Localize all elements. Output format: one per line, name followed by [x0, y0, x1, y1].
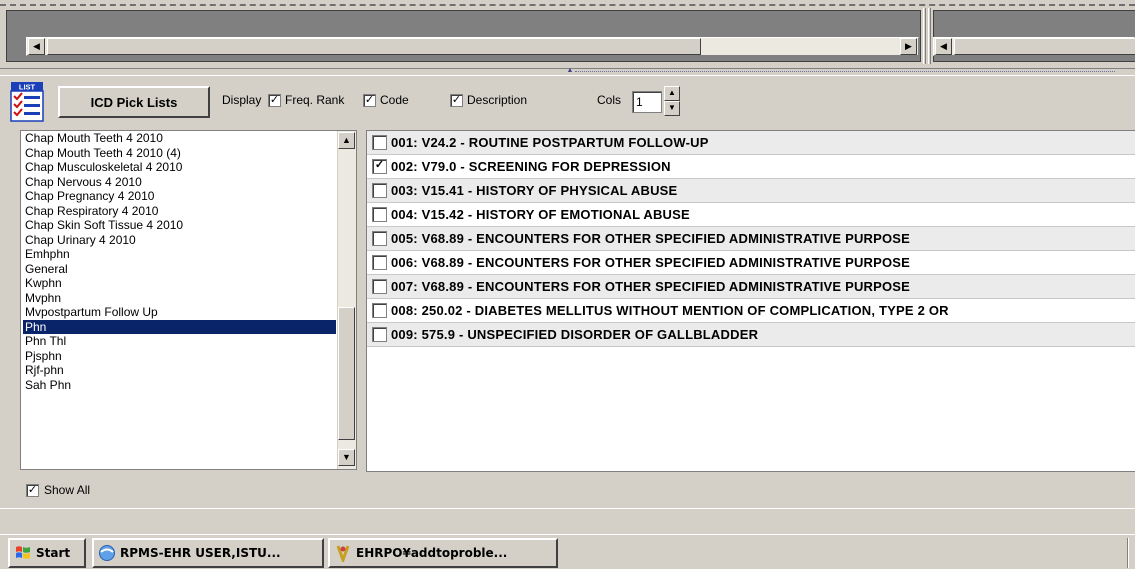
- pick-list-item[interactable]: General: [23, 262, 336, 277]
- cols-spinner[interactable]: ▲ ▼: [664, 86, 680, 116]
- code-row[interactable]: 008: 250.02 - DIABETES MELLITUS WITHOUT …: [367, 299, 1135, 323]
- description-label: Description: [467, 93, 528, 107]
- pick-list-item[interactable]: Pjsphn: [23, 349, 336, 364]
- start-label: Start: [36, 546, 71, 560]
- code-row-text: 002: V79.0 - SCREENING FOR DEPRESSION: [391, 159, 671, 174]
- scroll-up-button[interactable]: ▲: [338, 132, 355, 149]
- code-row-text: 008: 250.02 - DIABETES MELLITUS WITHOUT …: [391, 303, 949, 318]
- icd-code-grid: 001: V24.2 - ROUTINE POSTPARTUM FOLLOW-U…: [366, 130, 1135, 472]
- pick-list-vscrollbar[interactable]: ▲ ▼: [337, 131, 356, 469]
- scroll-down-button[interactable]: ▼: [338, 449, 355, 466]
- scroll-thumb[interactable]: [954, 38, 1135, 55]
- display-label: Display: [222, 93, 262, 107]
- task-button-ehrpo[interactable]: EHRPO¥addtoproble...: [328, 538, 558, 568]
- code-row-text: 005: V68.89 - ENCOUNTERS FOR OTHER SPECI…: [391, 231, 911, 246]
- code-row[interactable]: 001: V24.2 - ROUTINE POSTPARTUM FOLLOW-U…: [367, 131, 1135, 155]
- window-bottom-strip: [0, 508, 1135, 534]
- tray-separator: [1127, 538, 1129, 568]
- code-row-checkbox[interactable]: ✓: [372, 159, 387, 174]
- pick-list-listbox[interactable]: Chap Mouth Teeth 4 2010 Chap Mouth Teeth …: [20, 130, 357, 470]
- vertical-splitter-2[interactable]: [928, 8, 931, 64]
- pick-list-item[interactable]: Phn: [23, 319, 336, 334]
- list-icon: LIST: [10, 82, 44, 122]
- pick-list-item[interactable]: Chap Musculoskeletal 4 2010: [23, 160, 336, 175]
- code-row-checkbox[interactable]: [372, 303, 387, 318]
- scroll-right-button[interactable]: ▶: [900, 38, 917, 55]
- splitter-grip-icon[interactable]: ▲: [566, 67, 574, 74]
- description-checkbox[interactable]: ✓: [450, 94, 463, 107]
- code-row[interactable]: 009: 575.9 - UNSPECIFIED DISORDER OF GAL…: [367, 323, 1135, 347]
- pick-list-item[interactable]: Sah Phn: [23, 378, 336, 393]
- pick-list-item[interactable]: Chap Urinary 4 2010: [23, 233, 336, 248]
- code-row-checkbox[interactable]: [372, 207, 387, 222]
- app-icon: [334, 544, 352, 565]
- code-row-checkbox[interactable]: [372, 327, 387, 342]
- start-button[interactable]: Start: [8, 538, 86, 568]
- pick-list-item[interactable]: Chap Respiratory 4 2010: [23, 204, 336, 219]
- code-row-checkbox[interactable]: [372, 231, 387, 246]
- windows-logo-icon: [14, 544, 32, 562]
- scroll-thumb[interactable]: [47, 38, 701, 55]
- top-divider: [0, 4, 1135, 6]
- upper-right-hscrollbar[interactable]: ◀: [933, 37, 1135, 56]
- pick-list-item[interactable]: Emhphn: [23, 247, 336, 262]
- pick-list-item[interactable]: Chap Mouth Teeth 4 2010: [23, 131, 336, 146]
- code-row[interactable]: ✓ 002: V79.0 - SCREENING FOR DEPRESSION: [367, 155, 1135, 179]
- code-row[interactable]: 007: V68.89 - ENCOUNTERS FOR OTHER SPECI…: [367, 275, 1135, 299]
- code-row-text: 009: 575.9 - UNSPECIFIED DISORDER OF GAL…: [391, 327, 759, 342]
- pick-list-item[interactable]: Mvphn: [23, 291, 336, 306]
- code-checkbox[interactable]: ✓: [363, 94, 376, 107]
- show-all-label: Show All: [44, 483, 91, 497]
- pick-list-item[interactable]: Rjf-phn: [23, 363, 336, 378]
- code-row[interactable]: 005: V68.89 - ENCOUNTERS FOR OTHER SPECI…: [367, 227, 1135, 251]
- code-row[interactable]: 006: V68.89 - ENCOUNTERS FOR OTHER SPECI…: [367, 251, 1135, 275]
- scroll-thumb[interactable]: [338, 307, 355, 440]
- code-row-text: 004: V15.42 - HISTORY OF EMOTIONAL ABUSE: [391, 207, 690, 222]
- task-label: RPMS-EHR USER,ISTU...: [120, 546, 281, 560]
- freq-rank-label: Freq. Rank: [285, 93, 345, 107]
- cols-label: Cols: [597, 93, 622, 107]
- pick-list-item[interactable]: Kwphn: [23, 276, 336, 291]
- cols-input[interactable]: 1: [632, 91, 662, 113]
- task-button-rpms[interactable]: RPMS-EHR USER,ISTU...: [92, 538, 324, 568]
- freq-rank-checkbox[interactable]: ✓: [268, 94, 281, 107]
- code-row-text: 006: V68.89 - ENCOUNTERS FOR OTHER SPECI…: [391, 255, 911, 270]
- spin-up-icon[interactable]: ▲: [664, 86, 680, 101]
- splitter-dots: [575, 71, 1115, 72]
- upper-left-hscrollbar[interactable]: ◀ ▶: [26, 37, 919, 56]
- pick-list-items: Chap Mouth Teeth 4 2010 Chap Mouth Teeth …: [23, 131, 336, 392]
- task-label: EHRPO¥addtoproble...: [356, 546, 508, 560]
- code-label: Code: [380, 93, 409, 107]
- code-row[interactable]: 003: V15.41 - HISTORY OF PHYSICAL ABUSE: [367, 179, 1135, 203]
- pick-list-item[interactable]: Chap Mouth Teeth 4 2010 (4): [23, 146, 336, 161]
- code-row-checkbox[interactable]: [372, 279, 387, 294]
- pick-list-item[interactable]: Chap Nervous 4 2010: [23, 175, 336, 190]
- browser-icon: [98, 544, 116, 562]
- pick-list-item[interactable]: Phn Thl: [23, 334, 336, 349]
- list-icon-text: LIST: [19, 83, 36, 92]
- scroll-left-button[interactable]: ◀: [28, 38, 45, 55]
- code-row-checkbox[interactable]: [372, 255, 387, 270]
- pick-list-item[interactable]: Mvpostpartum Follow Up: [23, 305, 336, 320]
- code-row-text: 007: V68.89 - ENCOUNTERS FOR OTHER SPECI…: [391, 279, 911, 294]
- code-row-checkbox[interactable]: [372, 183, 387, 198]
- spin-down-icon[interactable]: ▼: [664, 101, 680, 116]
- icd-pick-lists-button[interactable]: ICD Pick Lists: [58, 86, 210, 118]
- code-row[interactable]: 004: V15.42 - HISTORY OF EMOTIONAL ABUSE: [367, 203, 1135, 227]
- pick-list-item[interactable]: Chap Pregnancy 4 2010: [23, 189, 336, 204]
- scroll-left-button[interactable]: ◀: [935, 38, 952, 55]
- vertical-splitter[interactable]: [923, 8, 926, 64]
- pick-list-item[interactable]: Chap Skin Soft Tissue 4 2010: [23, 218, 336, 233]
- code-row-checkbox[interactable]: [372, 135, 387, 150]
- code-row-text: 003: V15.41 - HISTORY OF PHYSICAL ABUSE: [391, 183, 678, 198]
- code-row-text: 001: V24.2 - ROUTINE POSTPARTUM FOLLOW-U…: [391, 135, 709, 150]
- show-all-checkbox[interactable]: ✓: [26, 484, 39, 497]
